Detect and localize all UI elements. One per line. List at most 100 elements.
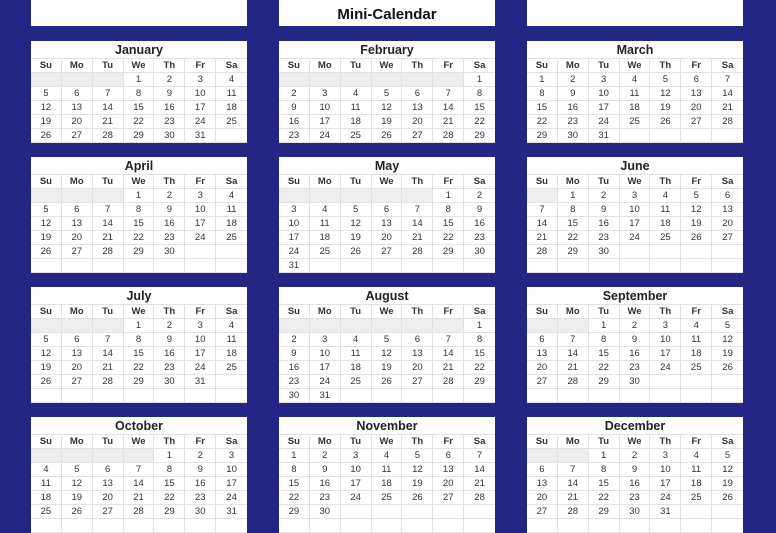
day-cell[interactable]: 16 [588, 217, 620, 231]
day-cell[interactable]: 6 [61, 87, 93, 101]
day-cell[interactable]: 28 [433, 375, 465, 389]
day-cell[interactable]: 3 [185, 319, 217, 333]
day-cell[interactable]: 17 [650, 477, 682, 491]
day-cell[interactable]: 24 [650, 491, 682, 505]
day-cell[interactable]: 30 [279, 389, 310, 403]
day-cell[interactable]: 2 [309, 449, 341, 463]
day-cell[interactable]: 3 [650, 319, 682, 333]
day-cell[interactable]: 14 [433, 101, 465, 115]
day-cell[interactable]: 29 [123, 129, 155, 143]
day-cell[interactable]: 15 [433, 217, 465, 231]
day-cell[interactable]: 26 [402, 491, 434, 505]
day-cell[interactable]: 9 [185, 463, 217, 477]
day-cell[interactable]: 11 [31, 477, 62, 491]
day-cell[interactable]: 19 [340, 231, 372, 245]
day-cell[interactable]: 14 [433, 347, 465, 361]
day-cell[interactable]: 7 [92, 87, 124, 101]
day-cell[interactable]: 11 [216, 203, 247, 217]
day-cell[interactable]: 3 [588, 73, 620, 87]
day-cell[interactable]: 6 [61, 333, 93, 347]
day-cell[interactable]: 29 [464, 375, 495, 389]
day-cell[interactable]: 11 [619, 87, 651, 101]
day-cell[interactable]: 22 [464, 361, 495, 375]
day-cell[interactable]: 12 [650, 87, 682, 101]
day-cell[interactable]: 18 [31, 491, 62, 505]
day-cell[interactable]: 17 [650, 347, 682, 361]
day-cell[interactable]: 5 [31, 87, 62, 101]
day-cell[interactable]: 4 [340, 333, 372, 347]
day-cell[interactable]: 7 [433, 87, 465, 101]
day-cell[interactable]: 25 [216, 115, 247, 129]
day-cell[interactable]: 18 [681, 347, 713, 361]
day-cell[interactable]: 8 [588, 333, 620, 347]
day-cell[interactable]: 1 [527, 73, 558, 87]
day-cell[interactable]: 11 [681, 463, 713, 477]
day-cell[interactable]: 29 [123, 245, 155, 259]
day-cell[interactable]: 9 [619, 333, 651, 347]
day-cell[interactable]: 9 [154, 87, 186, 101]
day-cell[interactable]: 9 [309, 463, 341, 477]
day-cell[interactable]: 5 [681, 189, 713, 203]
day-cell[interactable]: 6 [92, 463, 124, 477]
day-cell[interactable]: 29 [433, 245, 465, 259]
day-cell[interactable]: 18 [216, 347, 247, 361]
day-cell[interactable]: 21 [433, 361, 465, 375]
day-cell[interactable]: 23 [588, 231, 620, 245]
day-cell[interactable]: 8 [588, 463, 620, 477]
day-cell[interactable]: 28 [557, 375, 589, 389]
day-cell[interactable]: 31 [309, 389, 341, 403]
day-cell[interactable]: 23 [619, 361, 651, 375]
day-cell[interactable]: 26 [31, 129, 62, 143]
day-cell[interactable]: 27 [712, 231, 743, 245]
day-cell[interactable]: 12 [681, 203, 713, 217]
day-cell[interactable]: 25 [340, 129, 372, 143]
day-cell[interactable]: 17 [216, 477, 247, 491]
day-cell[interactable]: 30 [154, 375, 186, 389]
day-cell[interactable]: 5 [402, 449, 434, 463]
day-cell[interactable]: 25 [650, 231, 682, 245]
day-cell[interactable]: 29 [464, 129, 495, 143]
day-cell[interactable]: 23 [464, 231, 495, 245]
day-cell[interactable]: 8 [123, 87, 155, 101]
day-cell[interactable]: 8 [279, 463, 310, 477]
day-cell[interactable]: 5 [31, 333, 62, 347]
day-cell[interactable]: 3 [309, 87, 341, 101]
day-cell[interactable]: 19 [712, 477, 743, 491]
day-cell[interactable]: 21 [557, 491, 589, 505]
day-cell[interactable]: 15 [588, 477, 620, 491]
day-cell[interactable]: 2 [185, 449, 217, 463]
day-cell[interactable]: 15 [588, 347, 620, 361]
day-cell[interactable]: 29 [527, 129, 558, 143]
day-cell[interactable]: 28 [527, 245, 558, 259]
day-cell[interactable]: 13 [92, 477, 124, 491]
day-cell[interactable]: 12 [31, 347, 62, 361]
day-cell[interactable]: 14 [92, 217, 124, 231]
day-cell[interactable]: 20 [371, 231, 403, 245]
day-cell[interactable]: 17 [309, 361, 341, 375]
day-cell[interactable]: 21 [402, 231, 434, 245]
day-cell[interactable]: 16 [619, 477, 651, 491]
day-cell[interactable]: 24 [185, 361, 217, 375]
day-cell[interactable]: 25 [31, 505, 62, 519]
day-cell[interactable]: 16 [309, 477, 341, 491]
day-cell[interactable]: 21 [464, 477, 495, 491]
day-cell[interactable]: 4 [31, 463, 62, 477]
day-cell[interactable]: 18 [216, 101, 247, 115]
day-cell[interactable]: 11 [371, 463, 403, 477]
day-cell[interactable]: 18 [340, 115, 372, 129]
day-cell[interactable]: 8 [123, 333, 155, 347]
day-cell[interactable]: 22 [123, 115, 155, 129]
day-cell[interactable]: 27 [402, 375, 434, 389]
day-cell[interactable]: 27 [61, 129, 93, 143]
day-cell[interactable]: 15 [279, 477, 310, 491]
day-cell[interactable]: 11 [309, 217, 341, 231]
day-cell[interactable]: 22 [588, 491, 620, 505]
day-cell[interactable]: 4 [371, 449, 403, 463]
day-cell[interactable]: 7 [557, 333, 589, 347]
day-cell[interactable]: 8 [527, 87, 558, 101]
day-cell[interactable]: 26 [712, 491, 743, 505]
day-cell[interactable]: 24 [185, 231, 217, 245]
day-cell[interactable]: 9 [279, 347, 310, 361]
day-cell[interactable]: 1 [123, 73, 155, 87]
day-cell[interactable]: 22 [123, 231, 155, 245]
